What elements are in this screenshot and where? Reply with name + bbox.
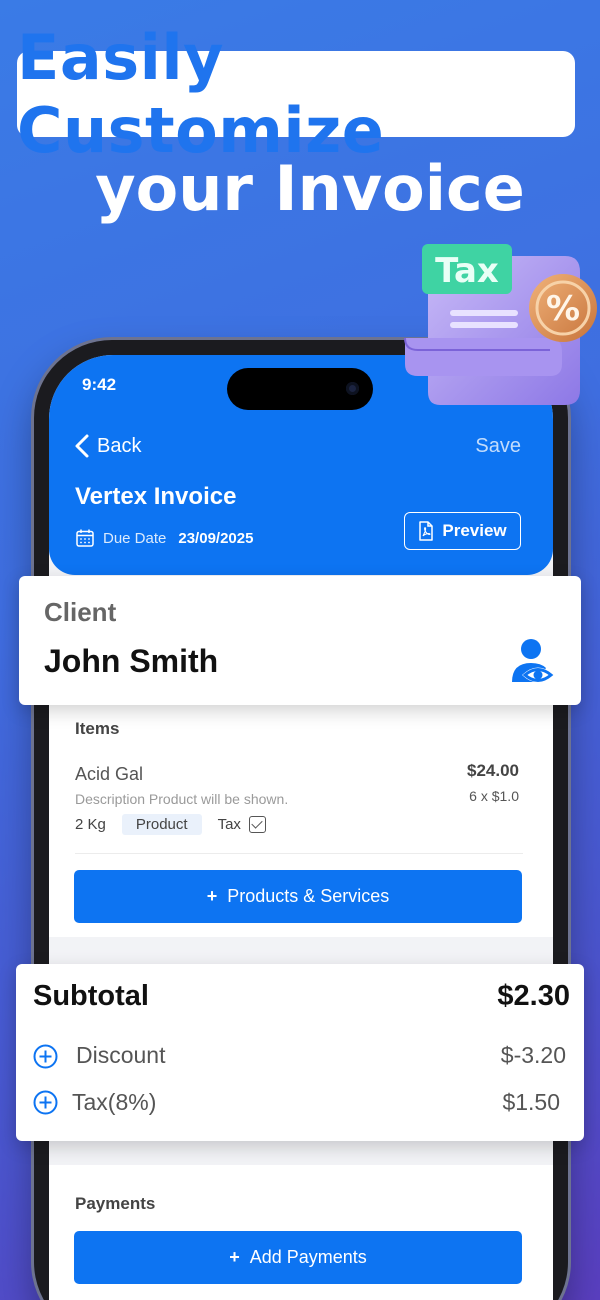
client-card[interactable]: Client John Smith — [19, 576, 581, 705]
item-tax-label: Tax — [217, 816, 241, 833]
dynamic-island — [227, 368, 373, 410]
items-section: Items Acid Gal Description Product will … — [49, 705, 553, 937]
pdf-icon — [419, 521, 434, 541]
user-eye-icon[interactable] — [511, 638, 557, 686]
item-price: $24.00 — [467, 761, 519, 780]
checkbox-icon[interactable] — [248, 816, 266, 833]
discount-label[interactable]: Discount — [76, 1042, 165, 1069]
back-button[interactable]: Back — [73, 433, 141, 459]
status-time: 9:42 — [82, 375, 117, 394]
camera-icon — [346, 382, 359, 395]
svg-text:Tax: Tax — [435, 251, 499, 291]
add-products-label: Products & Services — [227, 886, 390, 906]
save-button[interactable]: Save — [475, 435, 521, 458]
plus-icon: + — [229, 1247, 240, 1267]
svg-text:%: % — [546, 289, 580, 329]
back-label: Back — [97, 434, 142, 457]
phone-frame: 9:42 Back Save Vertex Invoice Due Date 2… — [34, 340, 568, 1300]
item-unit: 2 Kg — [75, 816, 106, 833]
calendar-icon — [76, 529, 94, 547]
due-date-label: Due Date — [103, 529, 167, 547]
item-description: Description Product will be shown. — [75, 791, 289, 807]
totals-card: Subtotal $2.30 Discount $-3.20 Tax(8%) $… — [16, 964, 584, 1141]
tax-document-icon: Tax % — [404, 244, 597, 405]
payments-heading: Payments — [75, 1194, 156, 1213]
phone-screen: 9:42 Back Save Vertex Invoice Due Date 2… — [49, 355, 553, 1300]
add-payments-label: Add Payments — [249, 1247, 367, 1267]
payments-section: Payments + Add Payments — [49, 1165, 553, 1300]
add-payments-button[interactable]: + Add Payments — [74, 1231, 522, 1284]
preview-label: Preview — [442, 521, 507, 540]
due-date-value: 23/09/2025 — [178, 529, 254, 547]
discount-value: $-3.20 — [500, 1042, 566, 1068]
due-date-row[interactable]: Due Date 23/09/2025 — [75, 528, 253, 548]
item-quantity: 6 x $1.0 — [469, 788, 519, 804]
tax-value: $1.50 — [502, 1089, 560, 1115]
tax-label[interactable]: Tax(8%) — [72, 1089, 156, 1116]
headline-line-2: your Invoice — [95, 152, 525, 225]
headline-line-1: Easily Customize — [17, 21, 385, 167]
invoice-title: Vertex Invoice — [75, 483, 237, 510]
item-meta: 2 Kg Product Tax — [75, 814, 266, 835]
chevron-left-icon — [75, 434, 89, 458]
headline-banner: Easily Customize — [17, 21, 575, 167]
item-tax-toggle[interactable]: Tax — [218, 816, 266, 833]
plus-icon: + — [206, 886, 218, 906]
add-products-services-button[interactable]: + Products & Services — [74, 870, 522, 923]
client-name: John Smith — [44, 643, 219, 679]
item-type-chip: Product — [121, 814, 202, 835]
subtotal-label: Subtotal — [33, 980, 149, 1012]
plus-circle-icon[interactable] — [33, 1090, 58, 1115]
client-label: Client — [44, 597, 117, 627]
plus-circle-icon[interactable] — [33, 1044, 58, 1069]
item-name[interactable]: Acid Gal — [75, 764, 143, 785]
divider — [75, 853, 523, 854]
subtotal-value: $2.30 — [497, 980, 570, 1012]
items-heading: Items — [75, 719, 120, 738]
preview-button[interactable]: Preview — [404, 512, 521, 550]
